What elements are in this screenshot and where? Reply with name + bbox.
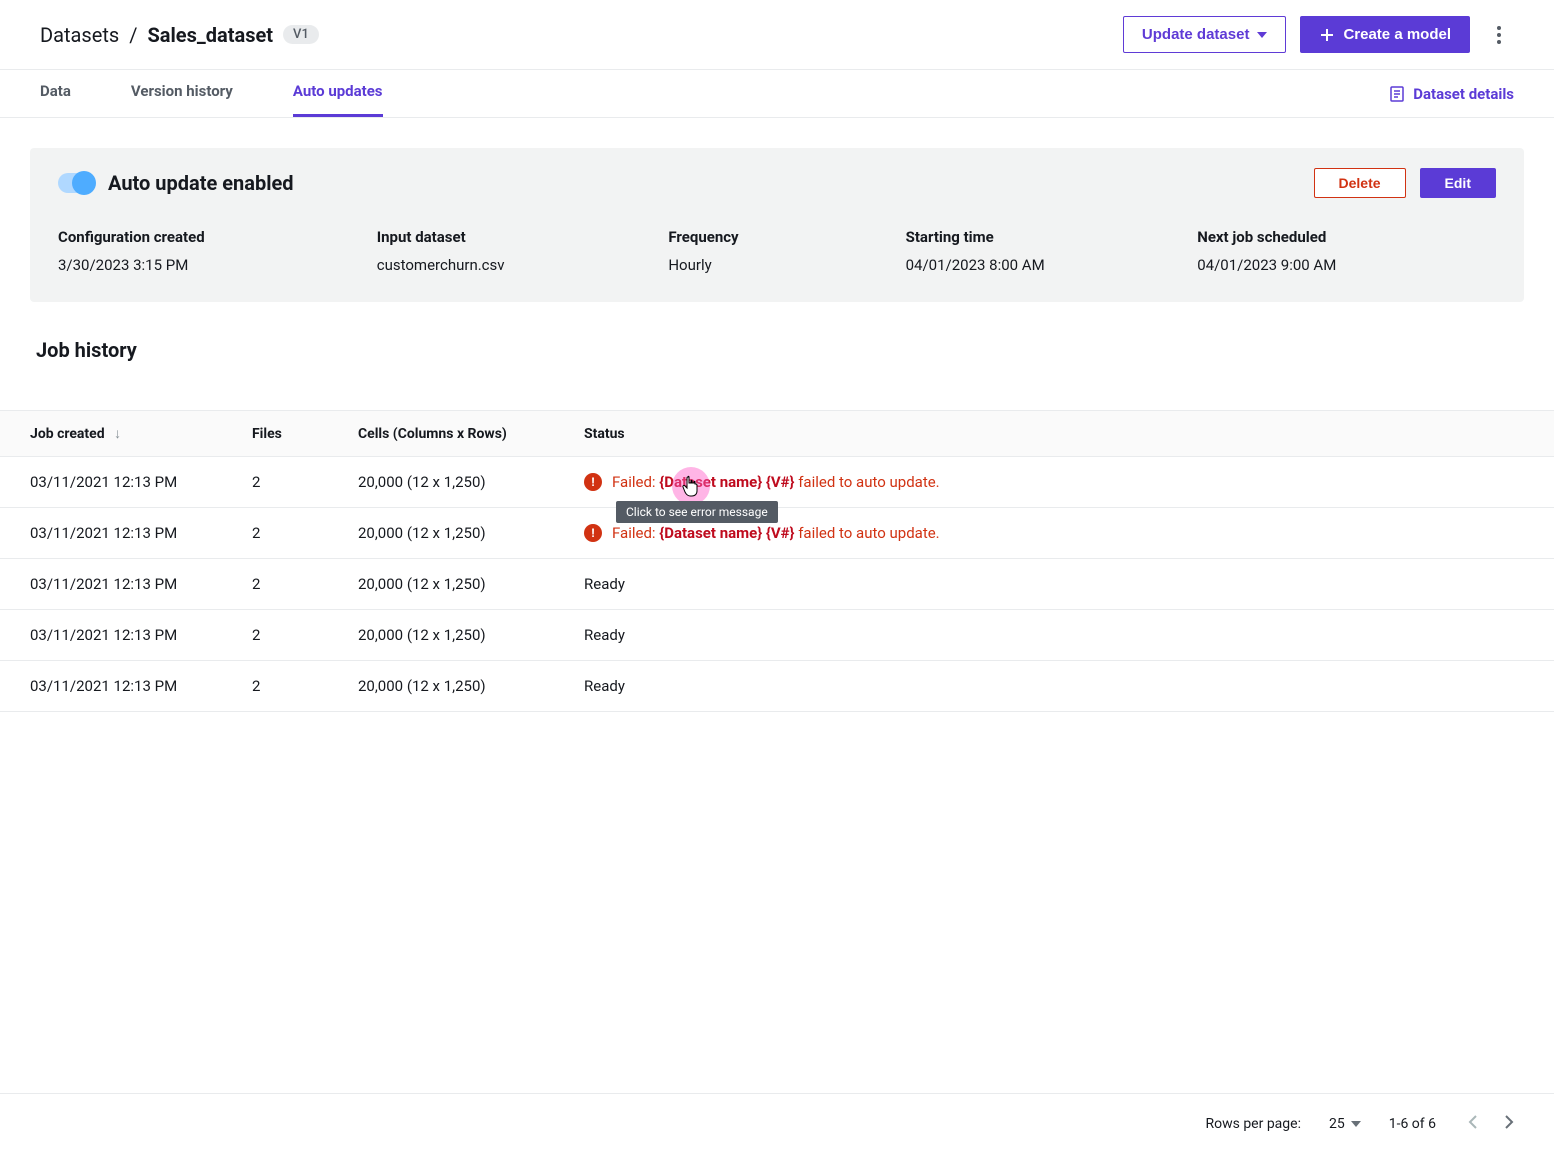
cell-job-created: 03/11/2021 12:13 PM — [0, 508, 240, 559]
status-failed-link[interactable]: ! Failed: {Dataset name} {V#} failed to … — [584, 473, 1542, 491]
page-range: 1-6 of 6 — [1389, 1116, 1436, 1132]
next-page-button[interactable] — [1500, 1110, 1518, 1138]
error-icon: ! — [584, 524, 602, 542]
input-dataset: Input dataset customerchurn.csv — [377, 228, 649, 274]
dataset-details-label: Dataset details — [1413, 85, 1514, 103]
cell-job-created: 03/11/2021 12:13 PM — [0, 610, 240, 661]
cell-files: 2 — [240, 661, 346, 712]
cell-job-created: 03/11/2021 12:13 PM — [0, 661, 240, 712]
frequency-value: Hourly — [668, 256, 885, 274]
cell-cells: 20,000 (12 x 1,250) — [346, 559, 572, 610]
version-badge: V1 — [283, 25, 319, 44]
caret-down-icon — [1257, 32, 1267, 38]
error-icon: ! — [584, 473, 602, 491]
create-model-button[interactable]: Create a model — [1300, 16, 1470, 53]
document-icon — [1389, 86, 1405, 102]
frequency: Frequency Hourly — [668, 228, 885, 274]
job-history-table: Job created ↓ Files Cells (Columns x Row… — [0, 410, 1554, 712]
starting-time: Starting time 04/01/2023 8:00 AM — [906, 228, 1178, 274]
more-options-button[interactable] — [1484, 18, 1514, 52]
cell-cells: 20,000 (12 x 1,250) — [346, 457, 572, 508]
cell-status: Ready — [572, 559, 1554, 610]
content: Auto update enabled Delete Edit Configur… — [0, 118, 1554, 410]
status-text: Failed: {Dataset name} {V#} failed to au… — [612, 524, 940, 542]
config-grid: Configuration created 3/30/2023 3:15 PM … — [58, 228, 1496, 274]
next-job-value: 04/01/2023 9:00 AM — [1197, 256, 1496, 274]
cell-cells: 20,000 (12 x 1,250) — [346, 508, 572, 559]
cell-status: Ready — [572, 610, 1554, 661]
col-cells[interactable]: Cells (Columns x Rows) — [346, 411, 572, 457]
tab-data[interactable]: Data — [40, 70, 71, 117]
kebab-icon — [1497, 26, 1501, 44]
config-created-value: 3/30/2023 3:15 PM — [58, 256, 357, 274]
plus-icon — [1319, 27, 1335, 43]
update-dataset-label: Update dataset — [1142, 26, 1250, 43]
status-text: Failed: {Dataset name} {V#} failed to au… — [612, 473, 940, 491]
edit-button[interactable]: Edit — [1420, 168, 1496, 198]
frequency-label: Frequency — [668, 228, 885, 246]
cell-files: 2 — [240, 559, 346, 610]
col-job-created[interactable]: Job created ↓ — [0, 411, 240, 457]
status-ready: Ready — [584, 677, 625, 695]
starting-time-value: 04/01/2023 8:00 AM — [906, 256, 1178, 274]
breadcrumb-current: Sales_dataset — [147, 23, 273, 47]
cell-status: ! Failed: {Dataset name} {V#} failed to … — [572, 457, 1554, 508]
config-created: Configuration created 3/30/2023 3:15 PM — [58, 228, 357, 274]
rows-per-page-label: Rows per page: — [1205, 1116, 1300, 1132]
breadcrumb: Datasets / Sales_dataset V1 — [40, 23, 319, 47]
cell-status: Ready — [572, 661, 1554, 712]
caret-down-icon — [1351, 1121, 1361, 1127]
auto-update-toggle[interactable] — [58, 173, 94, 193]
status-ready: Ready — [584, 626, 625, 644]
table-row: 03/11/2021 12:13 PM 2 20,000 (12 x 1,250… — [0, 457, 1554, 508]
table-row: 03/11/2021 12:13 PM 2 20,000 (12 x 1,250… — [0, 661, 1554, 712]
cell-files: 2 — [240, 457, 346, 508]
header-actions: Update dataset Create a model — [1123, 16, 1514, 53]
tab-version-history[interactable]: Version history — [131, 70, 233, 117]
error-tooltip: Click to see error message — [616, 501, 778, 523]
input-dataset-value: customerchurn.csv — [377, 256, 649, 274]
prev-page-button[interactable] — [1464, 1110, 1482, 1138]
update-dataset-button[interactable]: Update dataset — [1123, 16, 1287, 53]
tabs: Data Version history Auto updates — [40, 70, 383, 117]
cell-job-created: 03/11/2021 12:13 PM — [0, 457, 240, 508]
cell-cells: 20,000 (12 x 1,250) — [346, 661, 572, 712]
status-ready: Ready — [584, 575, 625, 593]
col-job-created-label: Job created — [30, 426, 105, 442]
starting-time-label: Starting time — [906, 228, 1178, 246]
job-history-title: Job history — [36, 338, 1524, 362]
delete-button[interactable]: Delete — [1314, 168, 1406, 198]
auto-update-card: Auto update enabled Delete Edit Configur… — [30, 148, 1524, 302]
breadcrumb-separator: / — [129, 23, 137, 47]
create-model-label: Create a model — [1343, 26, 1451, 43]
chevron-right-icon — [1504, 1114, 1514, 1130]
cell-cells: 20,000 (12 x 1,250) — [346, 610, 572, 661]
next-job-label: Next job scheduled — [1197, 228, 1496, 246]
cell-files: 2 — [240, 508, 346, 559]
status-failed-link[interactable]: ! Failed: {Dataset name} {V#} failed to … — [584, 524, 1542, 542]
config-created-label: Configuration created — [58, 228, 357, 246]
cell-job-created: 03/11/2021 12:13 PM — [0, 559, 240, 610]
rows-per-page-value: 25 — [1329, 1116, 1345, 1132]
col-status[interactable]: Status — [572, 411, 1554, 457]
table-row: 03/11/2021 12:13 PM 2 20,000 (12 x 1,250… — [0, 610, 1554, 661]
next-job: Next job scheduled 04/01/2023 9:00 AM — [1197, 228, 1496, 274]
sort-down-icon: ↓ — [114, 426, 121, 442]
input-dataset-label: Input dataset — [377, 228, 649, 246]
dataset-details-link[interactable]: Dataset details — [1389, 85, 1514, 103]
breadcrumb-parent[interactable]: Datasets — [40, 23, 119, 47]
auto-update-title: Auto update enabled — [108, 171, 294, 195]
chevron-left-icon — [1468, 1114, 1478, 1130]
table-footer: Rows per page: 25 1-6 of 6 — [0, 1093, 1554, 1154]
tab-auto-updates[interactable]: Auto updates — [293, 70, 383, 117]
cell-files: 2 — [240, 610, 346, 661]
tabs-row: Data Version history Auto updates Datase… — [0, 70, 1554, 118]
page-header: Datasets / Sales_dataset V1 Update datas… — [0, 0, 1554, 70]
rows-per-page-select[interactable]: 25 — [1329, 1116, 1361, 1132]
col-files[interactable]: Files — [240, 411, 346, 457]
table-row: 03/11/2021 12:13 PM 2 20,000 (12 x 1,250… — [0, 559, 1554, 610]
